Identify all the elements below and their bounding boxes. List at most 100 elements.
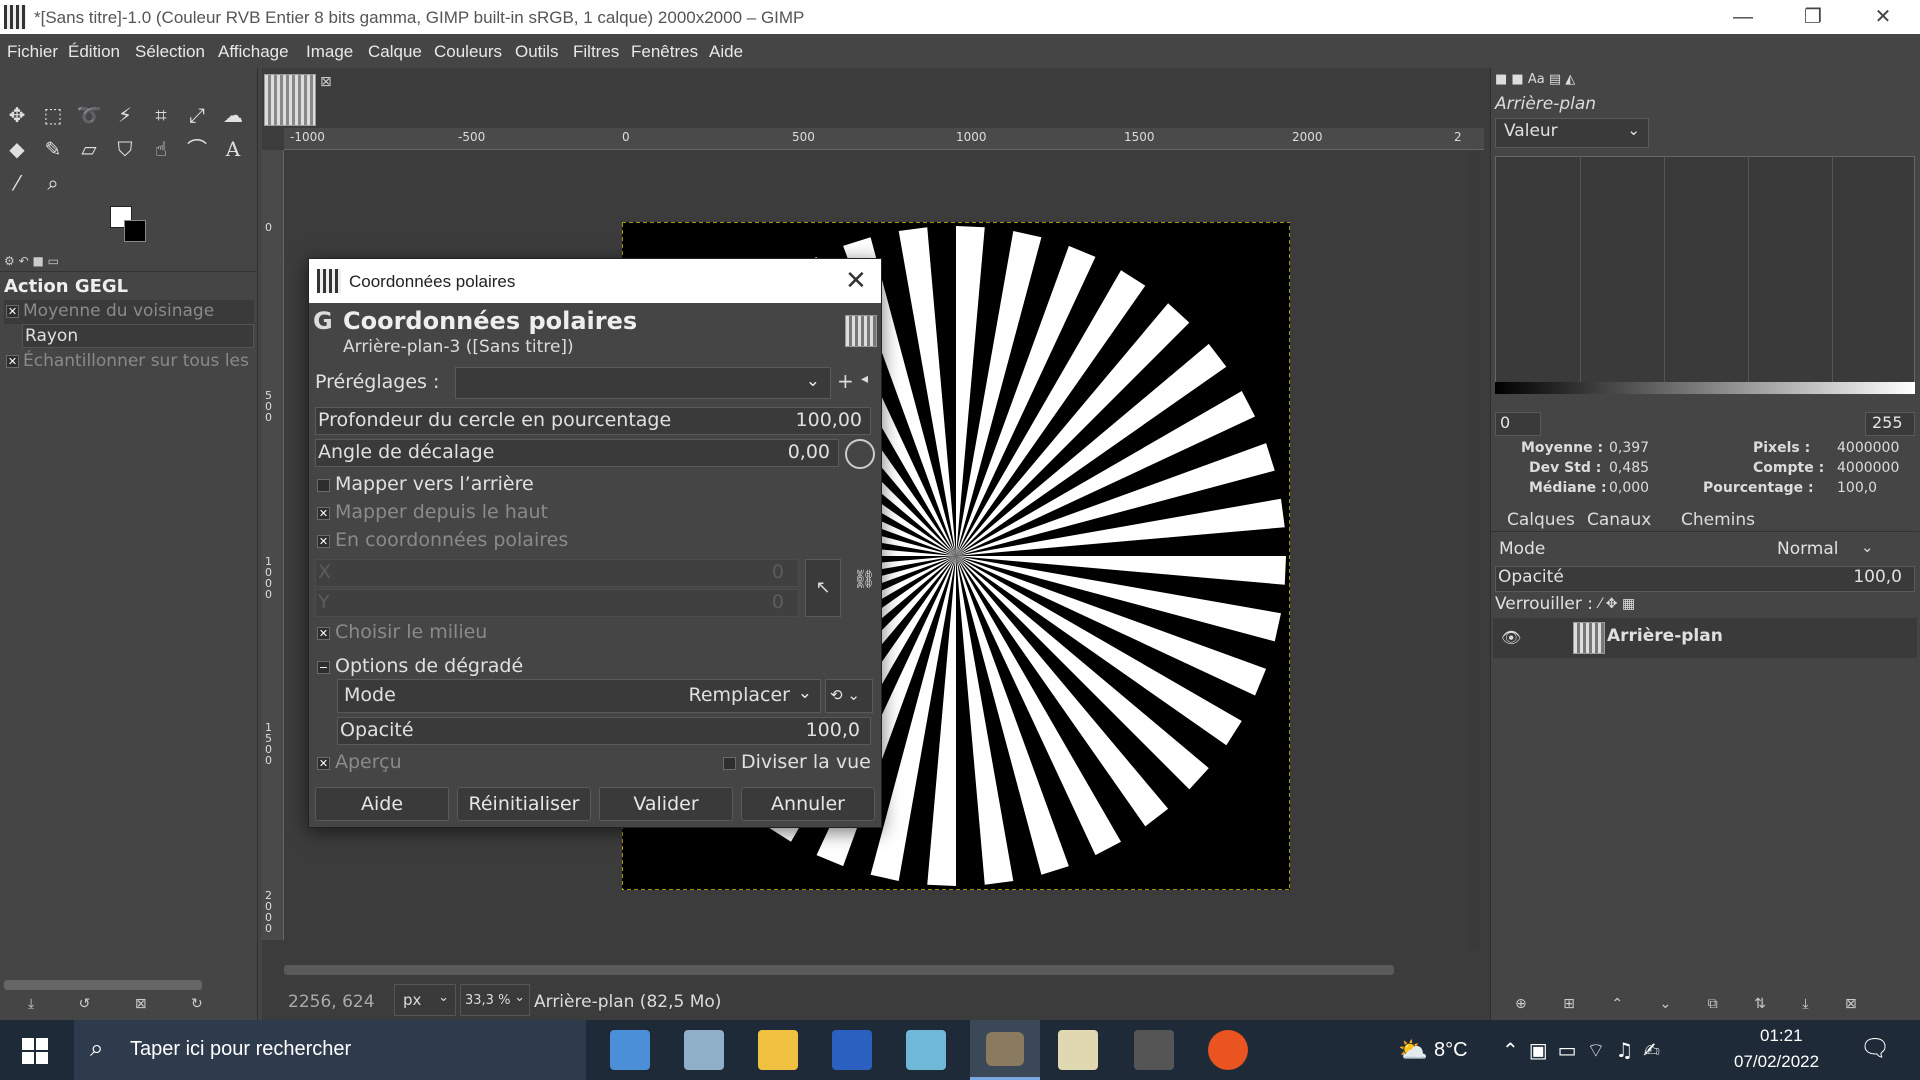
fuzzy-select-tool-icon[interactable]: ⚡: [112, 102, 138, 128]
notification-icon[interactable]: 🗨: [1860, 1034, 1890, 1062]
menu-fichier[interactable]: Fichier: [7, 42, 58, 62]
clone-tool-icon[interactable]: ⛉: [112, 136, 138, 162]
layer-row[interactable]: 👁 Arrière-plan: [1493, 618, 1917, 658]
weather-temp[interactable]: 8°C: [1434, 1039, 1468, 1062]
gimp-taskbar-active[interactable]: [970, 1020, 1040, 1080]
menu-filtres[interactable]: Filtres: [573, 42, 619, 62]
ubuntu-icon[interactable]: [1208, 1030, 1248, 1070]
rect-select-tool-icon[interactable]: ⬚: [40, 102, 66, 128]
color-picker-tool-icon[interactable]: ⁄: [4, 170, 30, 196]
composite-mode-combo[interactable]: ⟲ ⌄: [825, 679, 873, 713]
restore-button[interactable]: ❐: [1790, 3, 1836, 31]
split-view-checkbox[interactable]: [723, 757, 736, 770]
ruler-label: -1000: [290, 130, 325, 144]
eye-icon[interactable]: 👁: [1501, 628, 1521, 647]
radius-field[interactable]: Rayon: [22, 324, 254, 348]
unit-select[interactable]: px ⌄: [394, 984, 456, 1016]
ok-button[interactable]: Valider: [599, 787, 733, 821]
blend-options-expander[interactable]: −: [317, 661, 330, 674]
lock-icons[interactable]: ⁄ ✥ ▦: [1599, 596, 1635, 612]
paths-tool-icon[interactable]: ⌒: [184, 136, 210, 162]
windows-start-icon[interactable]: [22, 1038, 48, 1064]
option-checkbox-2[interactable]: ✕ Échantillonner sur tous les: [4, 350, 254, 374]
text-tool-icon[interactable]: A: [220, 136, 246, 162]
checkbox[interactable]: ✕: [6, 355, 19, 368]
search-box[interactable]: ⌕ Taper ici pour rechercher: [74, 1020, 586, 1080]
inkscape-icon[interactable]: [1134, 1030, 1174, 1070]
pick-point-button[interactable]: ↖: [805, 559, 841, 617]
zoom-tool-icon[interactable]: ⌕: [40, 170, 66, 196]
add-preset-icon[interactable]: +: [837, 369, 854, 393]
tab-channels[interactable]: Canaux: [1587, 510, 1651, 530]
tab-layers[interactable]: Calques: [1507, 510, 1575, 530]
ruler-label: 2 0 0 0: [265, 889, 272, 935]
histogram-channel-combo[interactable]: Valeur ⌄: [1495, 118, 1649, 148]
menu-selection[interactable]: Sélection: [135, 42, 205, 62]
blend-mode-combo[interactable]: Mode Remplacer ⌄: [337, 679, 821, 713]
option-checkbox-1[interactable]: ✕ Moyenne du voisinage: [4, 300, 254, 324]
canvas-v-scrollbar[interactable]: [1470, 150, 1480, 950]
canvas-h-scrollbar[interactable]: [284, 965, 1394, 975]
choose-middle-checkbox[interactable]: ✕: [317, 627, 330, 640]
preview-checkbox[interactable]: ✕: [317, 757, 330, 770]
close-icon[interactable]: ✕: [845, 265, 867, 296]
paintbrush-tool-icon[interactable]: ✎: [40, 136, 66, 162]
toolbox-scrollbar[interactable]: [4, 980, 202, 990]
weather-icon[interactable]: ⛅: [1398, 1036, 1428, 1064]
system-icon[interactable]: [684, 1030, 724, 1070]
warp-tool-icon[interactable]: ☁: [220, 102, 246, 128]
map-top-checkbox[interactable]: ✕: [317, 507, 330, 520]
depth-spin[interactable]: Profondeur du cercle en pourcentage 100,…: [315, 407, 871, 435]
help-button[interactable]: Aide: [315, 787, 449, 821]
paint-app-icon[interactable]: [1058, 1030, 1098, 1070]
menu-affichage[interactable]: Affichage: [218, 42, 289, 62]
word-document-icon[interactable]: [832, 1030, 872, 1070]
notes-app-icon[interactable]: [906, 1030, 946, 1070]
blend-opacity-spin[interactable]: Opacité 100,0: [337, 717, 871, 745]
eraser-tool-icon[interactable]: ▱: [76, 136, 102, 162]
to-polar-checkbox[interactable]: ✕: [317, 535, 330, 548]
close-window-button[interactable]: ✕: [1860, 3, 1906, 31]
control-panel-icon[interactable]: [610, 1030, 650, 1070]
menu-fenetres[interactable]: Fenêtres: [631, 42, 698, 62]
clock-date[interactable]: 07/02/2022: [1734, 1052, 1819, 1072]
lasso-tool-icon[interactable]: ➰: [76, 102, 102, 128]
layer-mode-row[interactable]: Mode Normal ⌄: [1491, 536, 1917, 566]
gimp-app-icon: [317, 269, 341, 293]
presets-combo[interactable]: ⌄: [455, 367, 831, 399]
tray-icons[interactable]: ⌃▣▭⌔♫✍: [1502, 1038, 1670, 1063]
move-tool-icon[interactable]: ✥: [4, 102, 30, 128]
chain-link-icon[interactable]: ⛓: [853, 569, 876, 590]
zoom-select[interactable]: 33,3 % ⌄: [460, 984, 530, 1016]
range-min-spin[interactable]: 0: [1495, 412, 1541, 436]
smudge-tool-icon[interactable]: ☝: [148, 136, 174, 162]
cancel-button[interactable]: Annuler: [741, 787, 875, 821]
menu-image[interactable]: Image: [306, 42, 353, 62]
minimize-button[interactable]: —: [1720, 3, 1766, 31]
layer-opacity-spin[interactable]: Opacité 100,0: [1495, 566, 1915, 592]
menu-aide[interactable]: Aide: [709, 42, 743, 62]
file-explorer-icon[interactable]: [758, 1030, 798, 1070]
menu-couleurs[interactable]: Couleurs: [434, 42, 502, 62]
menu-calque[interactable]: Calque: [368, 42, 422, 62]
bucket-fill-tool-icon[interactable]: ◆: [4, 136, 30, 162]
crop-tool-icon[interactable]: ⌗: [148, 102, 174, 128]
transform-tool-icon[interactable]: ⤢: [184, 102, 210, 128]
close-tab-icon[interactable]: ⊠: [320, 74, 332, 90]
tab-paths[interactable]: Chemins: [1681, 510, 1755, 530]
angle-dial-icon[interactable]: [845, 439, 875, 469]
angle-spin[interactable]: Angle de décalage 0,00: [315, 439, 839, 467]
map-back-checkbox[interactable]: [317, 479, 330, 492]
range-max-spin[interactable]: 255: [1865, 412, 1915, 436]
reset-button[interactable]: Réinitialiser: [457, 787, 591, 821]
menu-edition[interactable]: Édition: [68, 42, 120, 62]
layer-mode-value: Normal: [1777, 539, 1839, 559]
menu-outils[interactable]: Outils: [515, 42, 558, 62]
checkbox[interactable]: ✕: [6, 305, 19, 318]
clock-time[interactable]: 01:21: [1760, 1026, 1803, 1046]
image-tab-thumbnail[interactable]: [264, 74, 316, 126]
background-color-swatch[interactable]: [124, 220, 146, 242]
y-spin[interactable]: Y 0: [315, 589, 799, 617]
x-spin[interactable]: X 0: [315, 559, 799, 587]
preset-menu-icon[interactable]: ◂: [861, 371, 868, 387]
